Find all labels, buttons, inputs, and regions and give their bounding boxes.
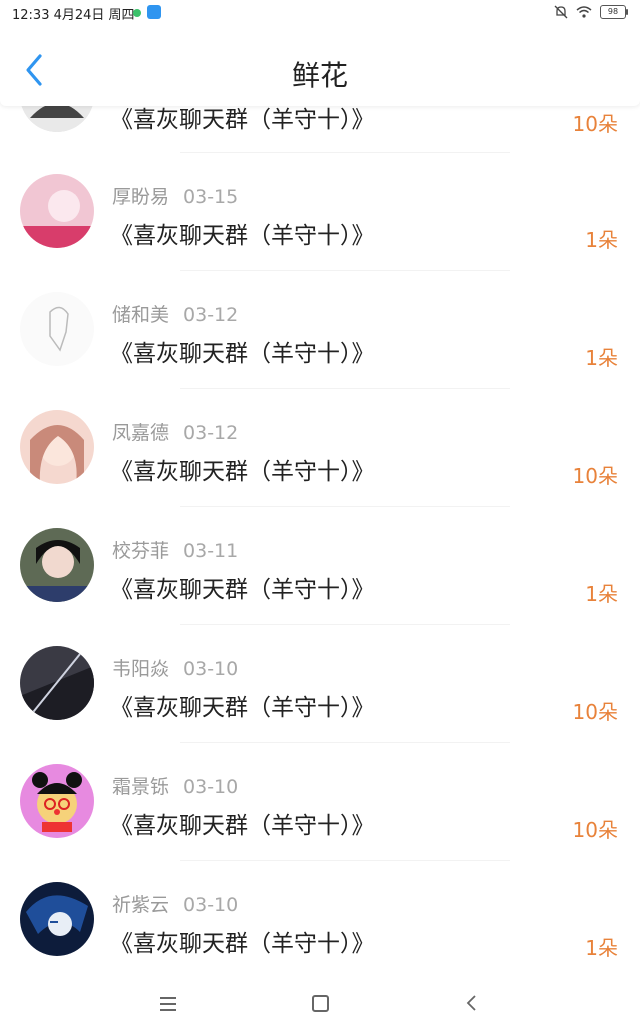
flower-count: 10朵 xyxy=(572,700,618,724)
list-item[interactable]: 凤嘉德 03-12 《喜灰聊天群（羊守十）》 10朵 xyxy=(0,388,640,528)
user-name: 储和美 xyxy=(112,304,170,326)
page-title: 鲜花 xyxy=(291,59,348,92)
status-time: 12:33 4月24日 周四 xyxy=(12,8,135,23)
list-item[interactable]: 韦阳焱 03-10 《喜灰聊天群（羊守十）》 10朵 xyxy=(0,624,640,764)
list-item[interactable]: 祈紫云 03-10 《喜灰聊天群（羊守十）》 1朵 xyxy=(0,860,640,985)
notification-dot-icon xyxy=(133,9,141,17)
list-item[interactable]: 储和美 03-12 《喜灰聊天群（羊守十）》 1朵 xyxy=(0,270,640,410)
divider xyxy=(180,152,510,153)
menu-icon[interactable] xyxy=(160,997,176,1011)
avatar xyxy=(20,292,94,366)
avatar xyxy=(20,410,94,484)
avatar xyxy=(20,646,94,720)
date: 03-10 xyxy=(183,658,239,680)
book-title: 《喜灰聊天群（羊守十）》 xyxy=(110,813,375,839)
book-title: 《喜灰聊天群（羊守十）》 xyxy=(110,695,375,721)
divider xyxy=(180,742,510,743)
user-name: 厚盼易 xyxy=(112,186,170,208)
mute-bell-icon xyxy=(554,5,568,19)
date: 03-12 xyxy=(183,304,239,326)
app-header: 鲜花 xyxy=(0,26,640,106)
list-item[interactable]: 校芬菲 03-11 《喜灰聊天群（羊守十）》 1朵 xyxy=(0,506,640,646)
date: 03-10 xyxy=(183,776,239,798)
user-name: 韦阳焱 xyxy=(112,658,170,680)
book-title: 《喜灰聊天群（羊守十）》 xyxy=(110,459,375,485)
book-title: 《喜灰聊天群（羊守十）》 xyxy=(110,341,375,367)
divider xyxy=(180,624,510,625)
system-nav-bar xyxy=(0,985,640,1024)
date: 03-11 xyxy=(183,540,239,562)
flower-count: 1朵 xyxy=(585,936,618,960)
divider xyxy=(180,270,510,271)
battery-icon: 98 xyxy=(600,5,628,19)
gift-list: 《喜灰聊天群（羊守十）》 10朵 厚盼易 03-15 《喜灰聊天群（羊守十）》 1… xyxy=(0,0,640,985)
wifi-icon xyxy=(576,6,592,18)
avatar xyxy=(20,764,94,838)
divider xyxy=(180,388,510,389)
flower-count: 1朵 xyxy=(585,228,618,252)
user-name: 祈紫云 xyxy=(112,894,170,916)
user-name: 凤嘉德 xyxy=(112,422,170,444)
book-title: 《喜灰聊天群（羊守十）》 xyxy=(110,577,375,603)
book-title: 《喜灰聊天群（羊守十）》 xyxy=(110,931,375,957)
user-name: 校芬菲 xyxy=(112,540,170,562)
flower-count: 10朵 xyxy=(572,112,618,136)
avatar xyxy=(20,174,94,248)
flower-count: 10朵 xyxy=(572,818,618,842)
divider xyxy=(180,506,510,507)
divider xyxy=(180,860,510,861)
flower-count: 10朵 xyxy=(572,464,618,488)
date: 03-10 xyxy=(183,894,239,916)
date: 03-15 xyxy=(183,186,239,208)
list-item[interactable]: 厚盼易 03-15 《喜灰聊天群（羊守十）》 1朵 xyxy=(0,152,640,292)
status-bar: 12:33 4月24日 周四 98 xyxy=(0,0,640,26)
flower-count: 1朵 xyxy=(585,346,618,370)
flower-count: 1朵 xyxy=(585,582,618,606)
book-title: 《喜灰聊天群（羊守十）》 xyxy=(110,223,375,249)
user-name: 霜景铄 xyxy=(112,776,170,798)
list-item[interactable]: 霜景铄 03-10 《喜灰聊天群（羊守十）》 10朵 xyxy=(0,742,640,882)
home-icon[interactable] xyxy=(312,995,329,1012)
avatar xyxy=(20,528,94,602)
battery-level: 98 xyxy=(607,7,619,16)
avatar xyxy=(20,882,94,956)
back-icon[interactable] xyxy=(462,993,482,1013)
date: 03-12 xyxy=(183,422,239,444)
cloud-app-icon xyxy=(147,5,161,19)
